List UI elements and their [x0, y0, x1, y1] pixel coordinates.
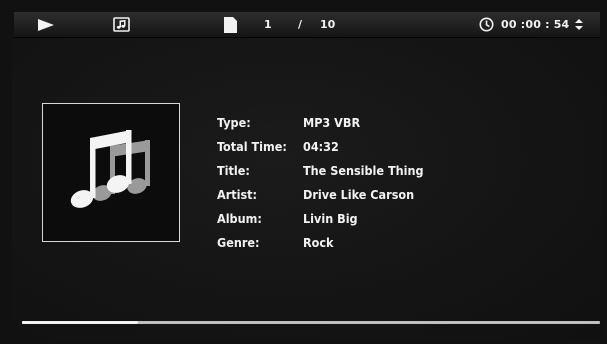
type-label: Type:: [217, 114, 251, 130]
clock-icon: [479, 12, 494, 37]
track-total: 10: [320, 18, 336, 31]
album-value: Livin Big: [303, 210, 358, 226]
track-separator: /: [298, 18, 303, 31]
artist-label: Artist:: [217, 186, 258, 202]
info-row-genre: Genre: Rock: [217, 230, 424, 254]
top-status-bar: 1 / 10 00 :00 : 54: [14, 12, 600, 38]
title-value: The Sensible Thing: [303, 162, 424, 178]
info-row-artist: Artist: Drive Like Carson: [217, 182, 424, 206]
elapsed-time: 00 :00 : 54: [501, 18, 570, 31]
info-row-total-time: Total Time: 04:32: [217, 134, 424, 158]
artist-value: Drive Like Carson: [303, 186, 415, 202]
music-note-icon[interactable]: [113, 12, 130, 37]
genre-label: Genre:: [217, 234, 260, 250]
info-row-type: Type: MP3 VBR: [217, 110, 424, 134]
info-row-title: Title: The Sensible Thing: [217, 158, 424, 182]
track-current: 1: [264, 18, 272, 31]
file-icon: [224, 12, 237, 37]
album-art: [42, 103, 180, 242]
album-label: Album:: [217, 210, 262, 226]
playback-progress-fill: [22, 321, 138, 324]
track-info: Type: MP3 VBR Total Time: 04:32 Title: T…: [217, 110, 424, 254]
type-value: MP3 VBR: [303, 114, 361, 130]
play-icon[interactable]: [38, 12, 54, 37]
playback-progress-bar[interactable]: [22, 321, 600, 324]
music-notes-icon: [70, 130, 150, 208]
genre-value: Rock: [303, 234, 334, 250]
media-player-screen: 1 / 10 00 :00 : 54 Type: MP3 VBR Total T…: [0, 0, 607, 344]
info-row-album: Album: Livin Big: [217, 206, 424, 230]
up-down-arrows-icon[interactable]: [575, 12, 583, 37]
total-time-label: Total Time:: [217, 138, 287, 154]
total-time-value: 04:32: [303, 138, 339, 154]
title-label: Title:: [217, 162, 250, 178]
